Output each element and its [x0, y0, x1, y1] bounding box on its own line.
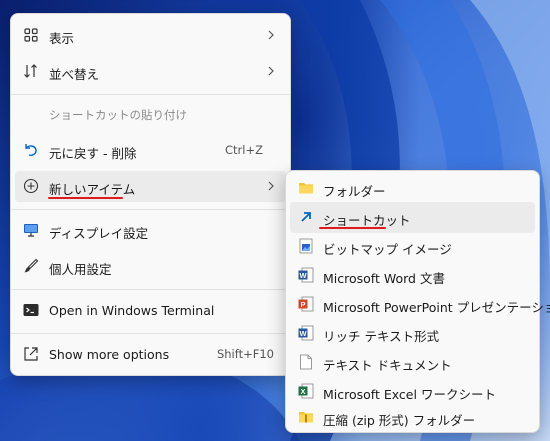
grid-icon [23, 27, 39, 43]
menu-item-undo-delete[interactable]: 元に戻す - 削除 Ctrl+Z [15, 135, 286, 166]
chevron-right-icon [268, 181, 274, 191]
text-document-icon [298, 354, 314, 370]
menu-separator [11, 94, 290, 95]
submenu-item-powerpoint[interactable]: P Microsoft PowerPoint プレゼンテーション [290, 289, 550, 320]
svg-text:P: P [300, 300, 305, 309]
svg-text:X: X [300, 387, 305, 396]
submenu-item-rich-text[interactable]: W リッチ テキスト形式 [290, 318, 535, 349]
red-underline-annotation [319, 227, 386, 229]
sort-icon [23, 63, 39, 79]
menu-item-label: Open in Windows Terminal [49, 303, 215, 318]
context-menu: 表示 並べ替え ショートカットの貼り付け 元に戻す - 削除 Ctrl+Z 新し… [10, 13, 291, 376]
menu-item-personalize[interactable]: 個人用設定 [15, 251, 286, 282]
menu-item-label: ディスプレイ設定 [49, 226, 149, 241]
svg-text:W: W [299, 329, 307, 338]
submenu-item-folder[interactable]: フォルダー [290, 173, 535, 204]
menu-item-open-terminal[interactable]: Open in Windows Terminal [15, 295, 286, 326]
menu-item-paste-shortcut: ショートカットの貼り付け [15, 99, 286, 130]
chevron-right-icon [268, 66, 274, 76]
menu-item-label: 新しいアイテム [49, 182, 136, 197]
menu-item-sort[interactable]: 並べ替え [15, 56, 286, 87]
menu-item-label: Show more options [49, 347, 170, 362]
submenu-item-label: リッチ テキスト形式 [323, 329, 440, 344]
powerpoint-icon: P [298, 296, 314, 312]
word-icon: W [298, 267, 314, 283]
submenu-item-label: 圧縮 (zip 形式) フォルダー [323, 413, 476, 428]
shortcut-label: Ctrl+Z [225, 143, 263, 157]
submenu-item-bitmap[interactable]: ビットマップ イメージ [290, 231, 535, 262]
menu-separator [11, 289, 290, 290]
menu-item-label: 表示 [49, 31, 75, 46]
submenu-item-word[interactable]: W Microsoft Word 文書 [290, 260, 535, 291]
menu-item-label: ショートカットの貼り付け [49, 108, 187, 122]
bitmap-icon [298, 238, 314, 254]
shortcut-label: Shift+F10 [216, 347, 274, 361]
menu-item-view[interactable]: 表示 [15, 20, 286, 51]
submenu-item-label: フォルダー [323, 184, 386, 199]
red-underline-annotation [48, 197, 123, 199]
submenu-item-label: Microsoft Word 文書 [323, 271, 445, 286]
share-icon [23, 346, 39, 362]
chevron-right-icon [268, 30, 274, 40]
rtf-icon: W [298, 325, 314, 341]
submenu-item-zip-folder[interactable]: 圧縮 (zip 形式) フォルダー [290, 402, 535, 433]
submenu-item-text-document[interactable]: テキスト ドキュメント [290, 347, 535, 378]
shortcut-arrow-icon [298, 209, 314, 225]
zip-folder-icon [298, 409, 314, 425]
menu-separator [11, 209, 290, 210]
submenu-item-label: テキスト ドキュメント [323, 358, 452, 373]
submenu-item-label: Microsoft PowerPoint プレゼンテーション [323, 300, 550, 315]
add-circle-icon [23, 178, 39, 194]
menu-item-label: 並べ替え [49, 67, 100, 82]
display-icon [23, 222, 39, 238]
undo-icon [23, 142, 39, 158]
svg-text:W: W [299, 271, 307, 280]
menu-item-display-settings[interactable]: ディスプレイ設定 [15, 215, 286, 246]
excel-icon: X [298, 383, 314, 399]
submenu-item-label: Microsoft Excel ワークシート [323, 387, 496, 402]
menu-separator [11, 333, 290, 334]
brush-icon [23, 258, 39, 274]
terminal-icon [23, 302, 39, 318]
folder-icon [298, 180, 314, 196]
new-item-submenu: フォルダー ショートカット ビットマップ イメージ W Microsoft Wo… [285, 170, 550, 433]
menu-item-show-more-options[interactable]: Show more options Shift+F10 [15, 339, 286, 370]
submenu-item-label: ビットマップ イメージ [323, 242, 452, 257]
menu-item-label: 個人用設定 [49, 262, 112, 277]
menu-item-label: 元に戻す - 削除 [49, 146, 137, 161]
